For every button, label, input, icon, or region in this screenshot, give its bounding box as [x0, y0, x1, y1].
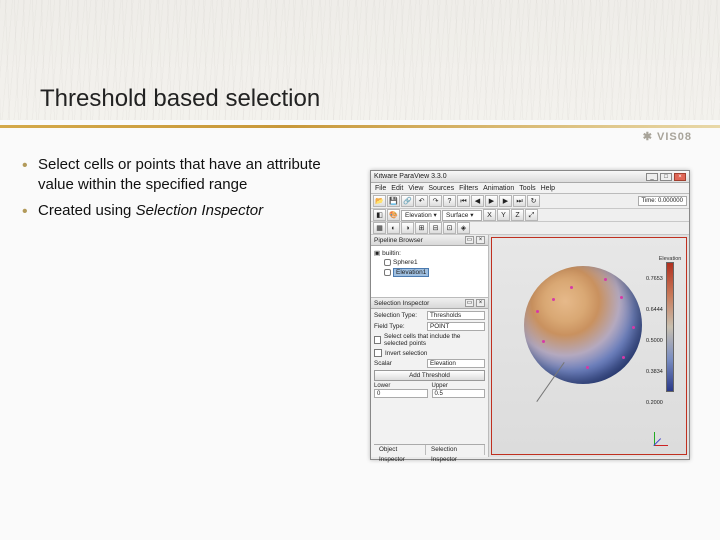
menu-sources[interactable]: Sources [428, 185, 454, 192]
filter-icon[interactable]: ⊞ [415, 222, 428, 234]
close-button[interactable]: × [674, 173, 686, 181]
color-legend: Elevation 0.7653 0.6444 0.5000 0.3834 0.… [660, 256, 680, 392]
bullet-item: Created using Selection Inspector [20, 201, 350, 221]
toolbar-main: 📂 💾 🔗 ↶ ↷ ? ⏮ ◀ ▶ ▶ ⏭ ↻ Time: 0.000000 [371, 194, 689, 209]
lower-input[interactable]: 0 [374, 389, 428, 398]
axis-x-icon[interactable]: X [483, 209, 496, 221]
divider-gold [0, 125, 720, 128]
conference-logo: ✱ VIS08 [643, 130, 692, 143]
pipeline-node[interactable]: Sphere1 [374, 258, 485, 267]
inspector-header: Selection Inspector ▭× [371, 298, 488, 309]
dock-icon[interactable]: ▭ [465, 299, 474, 307]
selected-point-icon [622, 356, 625, 359]
pipeline-header: Pipeline Browser ▭× [371, 235, 488, 246]
containing-cells-label: Select cells that include the selected p… [384, 333, 485, 347]
selected-point-icon [586, 366, 589, 369]
play-icon[interactable]: ▶ [485, 195, 498, 207]
axis-y-icon[interactable]: Y [497, 209, 510, 221]
selected-point-icon [542, 340, 545, 343]
tab-object-inspector[interactable]: Object Inspector [374, 445, 426, 455]
selected-point-icon [604, 278, 607, 281]
selected-point-icon [570, 286, 573, 289]
play-next-icon[interactable]: ▶ [499, 195, 512, 207]
color-icon[interactable]: 🎨 [387, 209, 400, 221]
maximize-button[interactable]: □ [660, 173, 672, 181]
selection-type-label: Selection Type: [374, 312, 424, 319]
pipeline-tree: ▣ builtin: Sphere1 Elevation1 [371, 246, 488, 298]
color-gradient [666, 262, 674, 392]
render-viewport[interactable]: Elevation 0.7653 0.6444 0.5000 0.3834 0.… [489, 235, 689, 457]
toolbar-filters: ▦ ◐ ◑ ⊞ ⊟ ⊡ ◈ [371, 222, 689, 235]
invert-selection-checkbox[interactable] [374, 349, 382, 357]
bullet-list: Select cells or points that have an attr… [20, 155, 350, 226]
color-array-select[interactable]: Elevation ▾ [401, 210, 441, 221]
axis-z-icon[interactable]: Z [511, 209, 524, 221]
embedded-app-screenshot: Kitware ParaView 3.3.0 _ □ × File Edit V… [370, 170, 690, 460]
selected-point-icon [552, 298, 555, 301]
rendered-sphere [524, 266, 642, 384]
minimize-button[interactable]: _ [646, 173, 658, 181]
slide-title: Threshold based selection [40, 85, 320, 113]
menu-filters[interactable]: Filters [459, 185, 478, 192]
pipeline-node-selected[interactable]: Elevation1 [374, 267, 485, 278]
viewport-selection-outline: Elevation 0.7653 0.6444 0.5000 0.3834 0.… [491, 237, 687, 455]
filter-icon[interactable]: ⊡ [443, 222, 456, 234]
invert-selection-label: Invert selection [385, 350, 427, 357]
toolbar-display: ◧ 🎨 Elevation ▾ Surface ▾ X Y Z ⤢ [371, 209, 689, 222]
reset-camera-icon[interactable]: ⤢ [525, 209, 538, 221]
selection-type-select[interactable]: Thresholds [427, 311, 485, 320]
time-display: Time: 0.000000 [638, 196, 687, 206]
filter-icon[interactable]: ⊟ [429, 222, 442, 234]
window-title: Kitware ParaView 3.3.0 [374, 173, 447, 180]
selection-inspector-panel: Selection Type:Thresholds Field Type:POI… [371, 309, 488, 457]
representation-select[interactable]: Surface ▾ [442, 210, 482, 221]
close-panel-icon[interactable]: × [476, 299, 485, 307]
scalar-label: Scalar [374, 360, 424, 367]
pipeline-root[interactable]: ▣ builtin: [374, 248, 485, 258]
connect-icon[interactable]: 🔗 [401, 195, 414, 207]
close-panel-icon[interactable]: × [476, 236, 485, 244]
help-icon[interactable]: ? [443, 195, 456, 207]
loop-icon[interactable]: ↻ [527, 195, 540, 207]
menu-tools[interactable]: Tools [519, 185, 535, 192]
scalar-select[interactable]: Elevation [427, 359, 485, 368]
upper-input[interactable]: 0.5 [432, 389, 486, 398]
menu-animation[interactable]: Animation [483, 185, 514, 192]
filter-icon[interactable]: ◐ [387, 222, 400, 234]
containing-cells-checkbox[interactable] [374, 336, 381, 344]
dock-icon[interactable]: ▭ [465, 236, 474, 244]
play-last-icon[interactable]: ⏭ [513, 195, 526, 207]
visibility-icon[interactable] [384, 269, 391, 276]
color-legend-ticks: 0.7653 0.6444 0.5000 0.3834 0.2000 [646, 276, 663, 406]
menu-view[interactable]: View [408, 185, 423, 192]
selected-point-icon [536, 310, 539, 313]
field-type-label: Field Type: [374, 323, 424, 330]
selected-point-icon [632, 326, 635, 329]
bullet-item: Select cells or points that have an attr… [20, 155, 350, 196]
add-threshold-button[interactable]: Add Threshold [374, 370, 485, 381]
open-icon[interactable]: 📂 [373, 195, 386, 207]
menu-help[interactable]: Help [541, 185, 555, 192]
solid-color-icon[interactable]: ◧ [373, 209, 386, 221]
play-first-icon[interactable]: ⏮ [457, 195, 470, 207]
orientation-axes [654, 426, 674, 446]
visibility-icon[interactable] [384, 259, 391, 266]
menubar: File Edit View Sources Filters Animation… [371, 183, 689, 194]
window-titlebar: Kitware ParaView 3.3.0 _ □ × [371, 171, 689, 183]
redo-icon[interactable]: ↷ [429, 195, 442, 207]
filter-icon[interactable]: ◑ [401, 222, 414, 234]
menu-edit[interactable]: Edit [391, 185, 403, 192]
field-type-select[interactable]: POINT [427, 322, 485, 331]
tab-selection-inspector[interactable]: Selection Inspector [426, 445, 485, 455]
filter-icon[interactable]: ◈ [457, 222, 470, 234]
save-icon[interactable]: 💾 [387, 195, 400, 207]
filter-icon[interactable]: ▦ [373, 222, 386, 234]
play-prev-icon[interactable]: ◀ [471, 195, 484, 207]
undo-icon[interactable]: ↶ [415, 195, 428, 207]
selected-point-icon [620, 296, 623, 299]
menu-file[interactable]: File [375, 185, 386, 192]
inspector-tabs: Object Inspector Selection Inspector [374, 444, 485, 455]
